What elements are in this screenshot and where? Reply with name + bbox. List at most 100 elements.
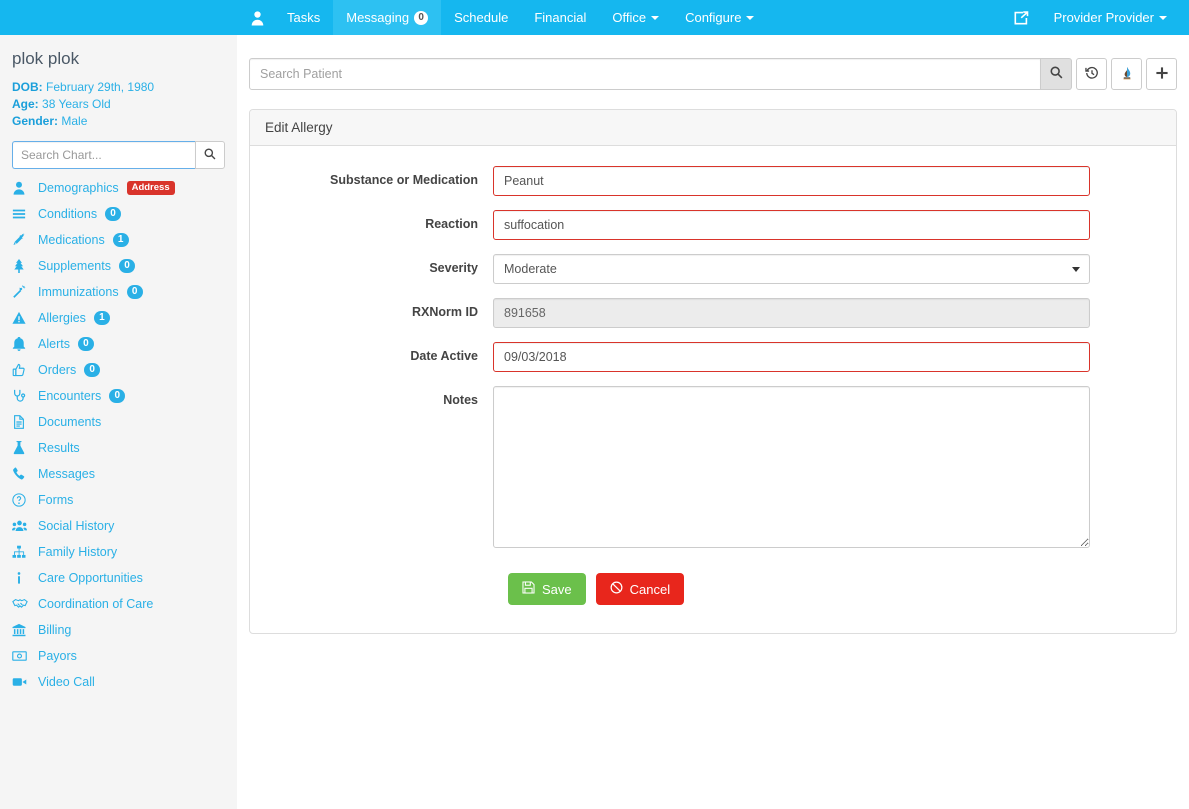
sidebar-item-conditions[interactable]: Conditions 0: [0, 201, 237, 227]
sidebar-item-supplements[interactable]: Supplements 0: [0, 253, 237, 279]
nav-item-office[interactable]: Office: [599, 0, 672, 35]
flame-button[interactable]: [1111, 58, 1142, 90]
cancel-label: Cancel: [629, 581, 671, 597]
count-badge: 0: [84, 363, 101, 377]
nav-label: Tasks: [287, 10, 321, 25]
patient-history-button[interactable]: [1076, 58, 1107, 90]
cancel-button[interactable]: Cancel: [595, 573, 685, 605]
sidebar-item-family-history[interactable]: Family History: [0, 539, 237, 565]
sidebar-item-care-opportunities[interactable]: Care Opportunities: [0, 565, 237, 591]
nav-item-tasks[interactable]: Tasks: [274, 0, 333, 35]
field-substance: Substance or Medication: [265, 166, 1161, 196]
reaction-input[interactable]: [493, 210, 1090, 240]
sidebar-item-label: Coordination of Care: [38, 597, 154, 611]
sidebar-item-label: Forms: [38, 493, 74, 507]
tree-icon: [12, 259, 38, 273]
sidebar-item-results[interactable]: Results: [0, 435, 237, 461]
ban-icon: [610, 581, 623, 597]
count-badge: 1: [112, 233, 129, 247]
sidebar-item-medications[interactable]: Medications 1: [0, 227, 237, 253]
question-circle-icon: [12, 493, 38, 507]
video-camera-icon: [12, 675, 38, 689]
save-button[interactable]: Save: [508, 573, 586, 605]
sidebar-item-label: Demographics: [38, 181, 119, 195]
money-icon: [12, 649, 38, 663]
bank-icon: [12, 623, 38, 637]
field-label: Substance or Medication: [330, 173, 478, 187]
field-notes: Notes: [265, 386, 1161, 551]
sidebar-item-encounters[interactable]: Encounters 0: [0, 383, 237, 409]
search-patient-input[interactable]: [249, 58, 1041, 90]
sidebar-item-label: Video Call: [38, 675, 95, 689]
sidebar-item-immunizations[interactable]: Immunizations 0: [0, 279, 237, 305]
sidebar-item-label: Family History: [38, 545, 118, 559]
sidebar-item-label: Care Opportunities: [38, 571, 143, 585]
user-icon: [12, 181, 38, 195]
nav-item-configure[interactable]: Configure: [672, 0, 767, 35]
field-severity: Severity: [265, 254, 1161, 284]
severity-select[interactable]: [493, 254, 1090, 284]
history-icon: [1084, 66, 1099, 83]
notes-textarea[interactable]: [493, 386, 1090, 548]
chevron-down-icon: [1159, 15, 1167, 20]
sidebar-item-alerts[interactable]: Alerts 0: [0, 331, 237, 357]
sidebar-item-label: Immunizations: [38, 285, 119, 299]
sidebar-item-social-history[interactable]: Social History: [0, 513, 237, 539]
sidebar-item-label: Allergies: [38, 311, 86, 325]
sidebar-item-allergies[interactable]: Allergies 1: [0, 305, 237, 331]
sidebar-item-label: Orders: [38, 363, 77, 377]
navbar-items: Tasks Messaging 0 Schedule Financial Off…: [240, 0, 767, 35]
rxnorm-id-input: [493, 298, 1090, 328]
account-menu[interactable]: Provider Provider: [1041, 0, 1189, 35]
plus-icon: [1155, 66, 1169, 83]
external-link-icon[interactable]: [1001, 0, 1041, 35]
sidebar-item-label: Medications: [38, 233, 105, 247]
nav-item-messaging[interactable]: Messaging 0: [333, 0, 442, 35]
sidebar-item-messages[interactable]: Messages: [0, 461, 237, 487]
patient-gender: Gender: Male: [12, 113, 225, 130]
sidebar-item-payors[interactable]: Payors: [0, 643, 237, 669]
sidebar-item-billing[interactable]: Billing: [0, 617, 237, 643]
stethoscope-icon: [12, 389, 38, 403]
top-navbar: Tasks Messaging 0 Schedule Financial Off…: [0, 0, 1189, 35]
users-icon: [12, 519, 38, 533]
user-icon[interactable]: [240, 0, 274, 35]
count-badge: 0: [105, 207, 122, 221]
field-rxnorm-id: RXNorm ID: [265, 298, 1161, 328]
panel-title: Edit Allergy: [250, 110, 1176, 146]
sidebar-item-label: Alerts: [38, 337, 70, 351]
date-active-input[interactable]: [493, 342, 1090, 372]
nav-item-financial[interactable]: Financial: [521, 0, 599, 35]
sidebar-item-label: Encounters: [38, 389, 102, 403]
sidebar-item-demographics[interactable]: Demographics Address: [0, 175, 237, 201]
chart-search: [12, 141, 225, 169]
chevron-down-icon: [746, 15, 755, 20]
handshake-icon: [12, 597, 38, 611]
address-badge: Address: [126, 181, 175, 195]
field-reaction: Reaction: [265, 210, 1161, 240]
search-chart-button[interactable]: [195, 141, 225, 169]
substance-input[interactable]: [493, 166, 1090, 196]
sidebar-item-label: Conditions: [38, 207, 98, 221]
thumbs-up-icon: [12, 363, 38, 377]
age-label: Age:: [12, 97, 39, 111]
flame-icon: [1120, 66, 1134, 83]
sidebar-item-orders[interactable]: Orders 0: [0, 357, 237, 383]
sidebar-item-forms[interactable]: Forms: [0, 487, 237, 513]
file-icon: [12, 415, 38, 429]
phone-icon: [12, 467, 38, 481]
magic-wand-icon: [12, 285, 38, 299]
sidebar-item-video-call[interactable]: Video Call: [0, 669, 237, 695]
search-chart-input[interactable]: [12, 141, 195, 169]
nav-item-schedule[interactable]: Schedule: [441, 0, 521, 35]
sidebar-item-label: Documents: [38, 415, 102, 429]
add-patient-button[interactable]: [1146, 58, 1177, 90]
account-label: Provider Provider: [1053, 10, 1154, 25]
count-badge: 0: [77, 337, 94, 351]
search-patient-button[interactable]: [1041, 58, 1072, 90]
gender-label: Gender:: [12, 114, 59, 128]
count-badge: 0: [109, 389, 126, 403]
patient-search-bar: [249, 58, 1177, 90]
sidebar-item-documents[interactable]: Documents: [0, 409, 237, 435]
sidebar-item-coordination-of-care[interactable]: Coordination of Care: [0, 591, 237, 617]
